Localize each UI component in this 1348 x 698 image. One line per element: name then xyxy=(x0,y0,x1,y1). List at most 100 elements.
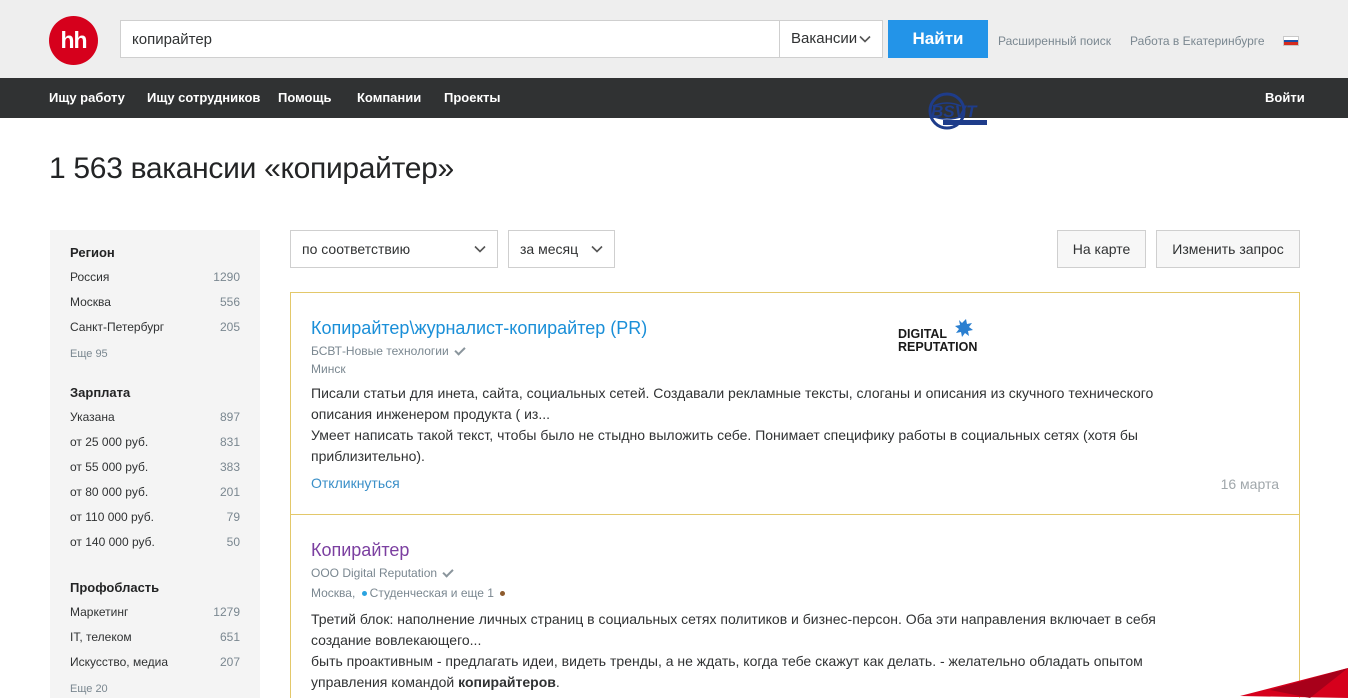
filter-label: от 55 000 руб. xyxy=(70,460,149,474)
filter-item[interactable]: Указана 897 xyxy=(70,410,240,424)
search-type-label: Вакансии xyxy=(791,30,858,47)
vacancy-snippet: Третий блок: наполнение личных страниц в… xyxy=(311,609,1171,693)
respond-link[interactable]: Откликнуться xyxy=(311,475,400,491)
snippet-highlight: копирайтеров xyxy=(458,674,556,690)
filter-item[interactable]: от 140 000 руб. 50 xyxy=(70,535,240,549)
filter-label: от 140 000 руб. xyxy=(70,535,155,549)
filter-count: 383 xyxy=(219,460,240,474)
nav-item-find-employees[interactable]: Ищу сотрудников xyxy=(147,78,260,118)
main-nav: Ищу работу Ищу сотрудников Помощь Компан… xyxy=(0,78,1348,118)
filter-item[interactable]: Маркетинг 1279 xyxy=(70,605,240,619)
snippet-responsibility: Третий блок: наполнение личных страниц в… xyxy=(311,611,1156,648)
vacancy-card: Копирайтер ООО Digital Reputation Москва… xyxy=(290,514,1300,698)
address-city: Москва, xyxy=(311,586,356,600)
dr-logo-line-1: DIGITAL xyxy=(898,327,947,341)
company-name: БСВТ-Новые технологии xyxy=(311,344,449,358)
filter-count: 1290 xyxy=(213,270,240,284)
metro-line-dot-icon xyxy=(500,591,506,596)
metro-line-dot-icon xyxy=(361,591,367,596)
vacancy-snippet: Писали статьи для инета, сайта, социальн… xyxy=(311,383,1171,467)
header: hh Вакансии Найти Расширенный поиск Рабо… xyxy=(0,0,1348,78)
period-select-label: за месяц xyxy=(520,241,579,257)
vacancy-title[interactable]: Копирайтер xyxy=(311,540,409,561)
paper-plane-icon[interactable] xyxy=(1240,668,1348,698)
bsvt-logo-text: BSVT xyxy=(931,102,978,121)
filter-title-region: Регион xyxy=(70,245,115,260)
filter-item[interactable]: Москва 556 xyxy=(70,295,240,309)
filter-count: 556 xyxy=(219,295,240,309)
filter-item[interactable]: Россия 1290 xyxy=(70,270,240,284)
filter-label: Искусство, медиа xyxy=(70,655,168,669)
nav-item-help[interactable]: Помощь xyxy=(278,78,331,118)
filter-count: 50 xyxy=(226,535,240,549)
filter-title-profarea: Профобласть xyxy=(70,580,160,595)
vacancy-title[interactable]: Копирайтер\журналист-копирайтер (PR) xyxy=(311,318,647,339)
filter-more-profarea[interactable]: Еще 20 xyxy=(70,683,108,695)
filter-more-region[interactable]: Еще 95 xyxy=(70,348,108,360)
filter-count: 79 xyxy=(226,510,240,524)
filter-label: Указана xyxy=(70,410,115,424)
filter-item[interactable]: Искусство, медиа 207 xyxy=(70,655,240,669)
filter-count: 831 xyxy=(219,435,240,449)
nav-item-companies[interactable]: Компании xyxy=(357,78,421,118)
snippet-text: быть проактивным - предлагать идеи, виде… xyxy=(311,653,1143,690)
nav-item-find-job[interactable]: Ищу работу xyxy=(49,78,125,118)
snippet-requirement: Умеет написать такой текст, чтобы было н… xyxy=(311,427,1138,464)
filter-count: 1279 xyxy=(213,605,240,619)
sort-select-label: по соответствию xyxy=(302,241,411,257)
verified-check-icon xyxy=(442,566,454,578)
nav-item-projects[interactable]: Проекты xyxy=(444,78,500,118)
digital-reputation-company-logo[interactable]: DIGITAL REPUTATION xyxy=(897,316,989,356)
bsvt-company-logo[interactable]: BSVT xyxy=(925,90,989,132)
russia-flag-icon[interactable] xyxy=(1283,36,1299,46)
sort-select[interactable]: по соответствию xyxy=(290,230,498,268)
filter-item[interactable]: Санкт-Петербург 205 xyxy=(70,320,240,334)
vacancy-company[interactable]: ООО Digital Reputation xyxy=(311,566,454,580)
flag-stripe-red xyxy=(1284,42,1298,45)
company-name: ООО Digital Reputation xyxy=(311,566,438,580)
filter-item[interactable]: от 25 000 руб. 831 xyxy=(70,435,240,449)
filter-count: 897 xyxy=(219,410,240,424)
filter-label: Санкт-Петербург xyxy=(70,320,165,334)
filter-item[interactable]: от 55 000 руб. 383 xyxy=(70,460,240,474)
city-link[interactable]: Работа в Екатеринбурге xyxy=(1130,34,1265,48)
snippet-responsibility: Писали статьи для инета, сайта, социальн… xyxy=(311,385,1154,422)
hh-logo[interactable]: hh xyxy=(49,16,98,65)
vacancy-address: Минск xyxy=(311,362,346,376)
address-metro[interactable]: Студенческая и еще 1 xyxy=(370,586,494,600)
map-button[interactable]: На карте xyxy=(1057,230,1146,268)
filters-sidebar: Регион Россия 1290 Москва 556 Санкт-Петерб… xyxy=(50,230,260,698)
period-select[interactable]: за месяц xyxy=(508,230,615,268)
dr-logo-line-2: REPUTATION xyxy=(898,340,977,354)
chevron-down-icon xyxy=(859,35,871,43)
filter-label: Россия xyxy=(70,270,110,284)
change-query-button[interactable]: Изменить запрос xyxy=(1156,230,1300,268)
filter-label: от 25 000 руб. xyxy=(70,435,149,449)
verified-check-icon xyxy=(454,344,466,356)
snippet-text: . xyxy=(555,674,560,690)
filter-label: от 110 000 руб. xyxy=(70,510,154,524)
filter-item[interactable]: IT, телеком 651 xyxy=(70,630,240,644)
search-button[interactable]: Найти xyxy=(888,20,988,58)
filter-label: Москва xyxy=(70,295,111,309)
filter-count: 201 xyxy=(219,485,240,499)
filter-count: 207 xyxy=(219,655,240,669)
filter-count: 205 xyxy=(219,320,240,334)
filter-title-salary: Зарплата xyxy=(70,385,131,400)
advanced-search-link[interactable]: Расширенный поиск xyxy=(998,34,1111,48)
search-input[interactable] xyxy=(120,20,780,58)
search-type-select[interactable]: Вакансии xyxy=(779,20,883,58)
vacancy-card: Копирайтер\журналист-копирайтер (PR) БСВ… xyxy=(290,292,1300,515)
filter-label: Маркетинг xyxy=(70,605,129,619)
vacancy-date: 16 марта xyxy=(1220,476,1279,492)
filter-count: 651 xyxy=(219,630,240,644)
chevron-down-icon xyxy=(474,245,486,253)
page-title: 1 563 вакансии «копирайтер» xyxy=(49,152,454,185)
snippet-requirement: быть проактивным - предлагать идеи, виде… xyxy=(311,651,1171,693)
filter-item[interactable]: от 110 000 руб. 79 xyxy=(70,510,240,524)
login-link[interactable]: Войти xyxy=(1265,78,1305,118)
chevron-down-icon xyxy=(591,245,603,253)
vacancy-company[interactable]: БСВТ-Новые технологии xyxy=(311,344,466,358)
filter-item[interactable]: от 80 000 руб. 201 xyxy=(70,485,240,499)
vacancy-address: Москва, Студенческая и еще 1 xyxy=(311,586,508,600)
